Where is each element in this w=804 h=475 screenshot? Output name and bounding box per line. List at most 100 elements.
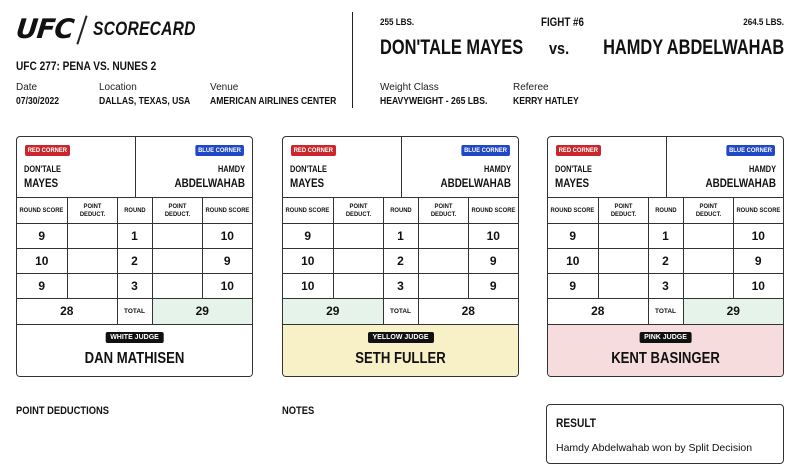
venue-block: Venue AMERICAN AIRLINES CENTER xyxy=(210,82,357,107)
blue-score: 10 xyxy=(467,223,518,249)
judge-badge: YELLOW JUDGE xyxy=(367,332,434,343)
blue-fighter-name: HAMDY ABDELWAHAB xyxy=(602,36,784,59)
event-name: UFC 277: PENA VS. NUNES 2 xyxy=(16,61,157,73)
round-row: 9 1 10 xyxy=(548,223,783,249)
round-number: 2 xyxy=(382,248,418,274)
round-row: 9 1 10 xyxy=(17,223,252,249)
round-header: ROUND xyxy=(647,197,683,224)
red-corner-badge: RED CORNER xyxy=(25,145,70,156)
blue-point-deduct-header: POINT DEDUCT. xyxy=(417,197,468,224)
blue-deduction xyxy=(417,273,468,299)
blue-score: 10 xyxy=(201,273,252,299)
round-number: 1 xyxy=(647,223,683,249)
header-split xyxy=(401,137,402,197)
blue-deduction xyxy=(151,223,202,249)
weight-class-block: Weight Class HEAVYWEIGHT - 265 LBS. xyxy=(380,82,505,107)
score-header-row: ROUND SCORE POINT DEDUCT. ROUND POINT DE… xyxy=(283,197,518,224)
round-number: 1 xyxy=(116,223,152,249)
judge-name: KENT BASINGER xyxy=(611,350,720,367)
judge-card-yellow: RED CORNER BLUE CORNER DON'TALE MAYES HA… xyxy=(282,136,519,377)
blue-point-deduct-header: POINT DEDUCT. xyxy=(151,197,202,224)
blue-round-score-header: ROUND SCORE xyxy=(201,197,252,224)
red-deduction xyxy=(597,273,648,299)
judge-area: PINK JUDGE KENT BASINGER xyxy=(548,324,783,376)
blue-deduction xyxy=(682,248,733,274)
fight-number: FIGHT #6 xyxy=(541,17,584,29)
title-divider xyxy=(76,14,88,45)
red-corner-badge: RED CORNER xyxy=(556,145,601,156)
red-deduction xyxy=(332,248,383,274)
blue-first-name: HAMDY xyxy=(748,164,776,174)
date-value: 07/30/2022 xyxy=(16,96,60,107)
brand: UFC SCORECARD xyxy=(14,14,218,45)
page-title: SCORECARD xyxy=(93,18,196,40)
judge-name: DAN MATHISEN xyxy=(84,350,185,367)
red-round-score-header: ROUND SCORE xyxy=(283,197,333,224)
red-deduction xyxy=(332,273,383,299)
red-deduction xyxy=(332,223,383,249)
total-row: 28 TOTAL 29 xyxy=(17,298,252,324)
blue-deduction xyxy=(682,223,733,249)
round-number: 2 xyxy=(647,248,683,274)
header-split xyxy=(666,137,667,197)
round-row: 10 3 9 xyxy=(283,273,518,299)
red-score: 10 xyxy=(548,248,598,274)
red-deduction xyxy=(597,223,648,249)
red-first-name: DON'TALE xyxy=(290,164,327,174)
card-header: RED CORNER BLUE CORNER DON'TALE MAYES HA… xyxy=(17,137,252,197)
location-value: DALLAS, TEXAS, USA xyxy=(99,96,191,107)
header-divider xyxy=(352,12,353,108)
blue-fighter-weight: 264.5 LBS. xyxy=(743,17,784,28)
round-row: 10 2 9 xyxy=(548,248,783,274)
weight-class-value: HEAVYWEIGHT - 265 LBS. xyxy=(380,96,488,107)
red-first-name: DON'TALE xyxy=(555,164,592,174)
total-label: TOTAL xyxy=(647,298,683,324)
red-total: 29 xyxy=(283,298,383,324)
blue-score: 9 xyxy=(467,273,518,299)
blue-score: 9 xyxy=(732,248,783,274)
red-fighter-weight: 255 LBS. xyxy=(380,17,415,28)
judge-name: SETH FULLER xyxy=(355,350,446,367)
total-row: 29 TOTAL 28 xyxy=(283,298,518,324)
blue-corner-badge: BLUE CORNER xyxy=(461,145,510,156)
header-split xyxy=(135,137,136,197)
red-round-score-header: ROUND SCORE xyxy=(548,197,598,224)
blue-score: 9 xyxy=(201,248,252,274)
red-corner-badge: RED CORNER xyxy=(291,145,336,156)
referee-block: Referee KERRY HATLEY xyxy=(513,82,590,107)
blue-round-score-header: ROUND SCORE xyxy=(732,197,783,224)
blue-total: 29 xyxy=(151,298,252,324)
score-table: ROUND SCORE POINT DEDUCT. ROUND POINT DE… xyxy=(548,197,783,324)
blue-deduction xyxy=(682,273,733,299)
blue-total: 28 xyxy=(417,298,518,324)
red-score: 9 xyxy=(548,273,598,299)
card-header: RED CORNER BLUE CORNER DON'TALE MAYES HA… xyxy=(283,137,518,197)
red-score: 9 xyxy=(548,223,598,249)
red-score: 9 xyxy=(17,223,67,249)
red-point-deduct-header: POINT DEDUCT. xyxy=(332,197,383,224)
blue-corner-badge: BLUE CORNER xyxy=(195,145,244,156)
round-header: ROUND xyxy=(382,197,418,224)
round-number: 3 xyxy=(116,273,152,299)
blue-last-name: ABDELWAHAB xyxy=(440,176,511,190)
red-point-deduct-header: POINT DEDUCT. xyxy=(66,197,117,224)
judge-badge: WHITE JUDGE xyxy=(105,332,164,343)
round-number: 1 xyxy=(382,223,418,249)
blue-deduction xyxy=(417,223,468,249)
score-header-row: ROUND SCORE POINT DEDUCT. ROUND POINT DE… xyxy=(17,197,252,224)
round-row: 10 2 9 xyxy=(283,248,518,274)
date-block: Date 07/30/2022 xyxy=(16,82,66,107)
round-row: 9 3 10 xyxy=(17,273,252,299)
weight-class-label: Weight Class xyxy=(380,82,439,93)
blue-score: 10 xyxy=(732,223,783,249)
blue-point-deduct-header: POINT DEDUCT. xyxy=(682,197,733,224)
judge-area: WHITE JUDGE DAN MATHISEN xyxy=(17,324,252,376)
blue-first-name: HAMDY xyxy=(483,164,511,174)
judge-card-pink: RED CORNER BLUE CORNER DON'TALE MAYES HA… xyxy=(547,136,784,377)
red-score: 10 xyxy=(283,248,333,274)
red-deduction xyxy=(66,273,117,299)
blue-score: 10 xyxy=(732,273,783,299)
score-table: ROUND SCORE POINT DEDUCT. ROUND POINT DE… xyxy=(283,197,518,324)
judge-badge: PINK JUDGE xyxy=(639,332,692,343)
red-last-name: MAYES xyxy=(555,176,590,190)
